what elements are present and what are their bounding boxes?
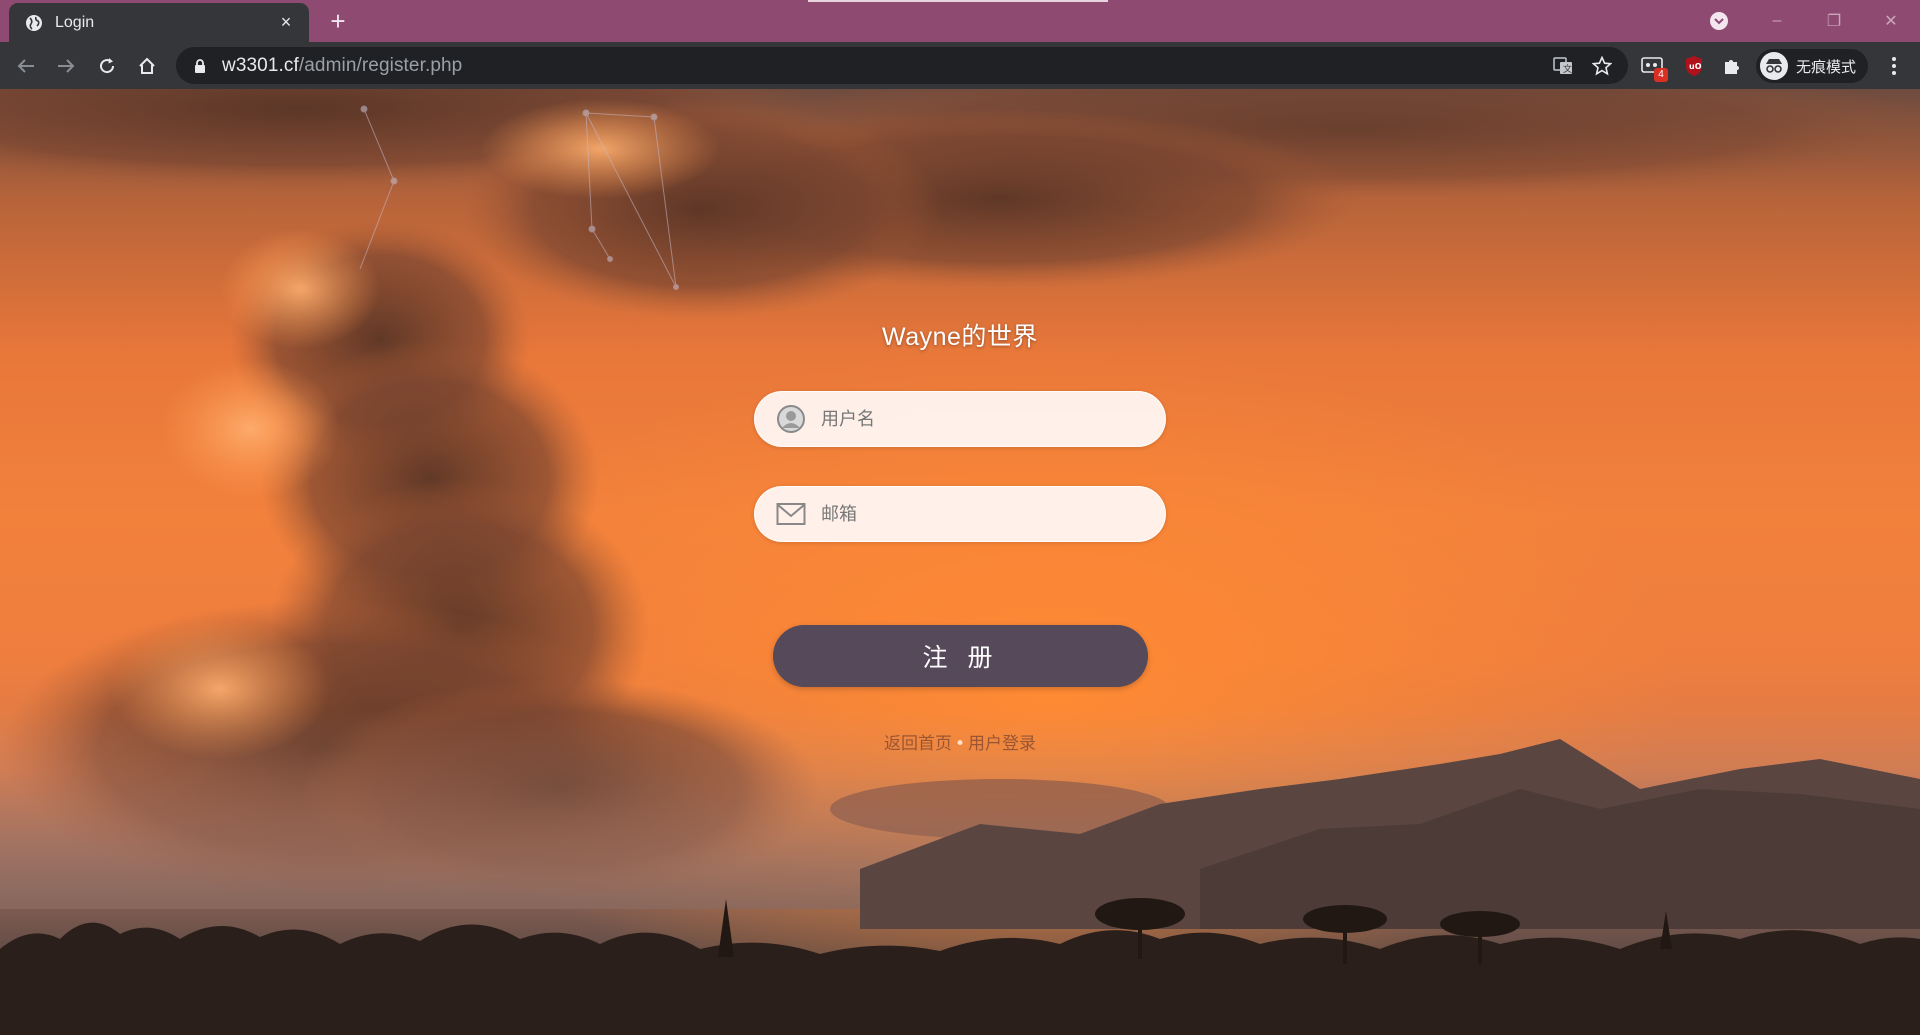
close-window-button[interactable]: ✕ [1871,6,1911,36]
new-tab-button[interactable]: + [324,8,352,36]
email-field[interactable] [754,486,1166,542]
sunset-background-image [0,89,1920,1035]
ublock-icon[interactable]: uO [1682,54,1706,78]
globe-icon [25,14,43,32]
extension-monitor-icon[interactable]: 4 [1640,54,1668,82]
home-icon[interactable] [131,50,163,82]
username-input[interactable] [821,408,1141,430]
forward-icon[interactable] [50,50,82,82]
back-home-link[interactable]: 返回首页 [884,734,952,754]
back-icon[interactable] [10,50,42,82]
extension-badge: 4 [1654,68,1668,82]
reload-icon[interactable] [91,50,123,82]
email-input[interactable] [821,503,1141,525]
restore-button[interactable]: ❐ [1814,6,1854,36]
url-text[interactable]: w3301.cf/admin/register.php [222,55,462,77]
link-separator: • [954,734,966,754]
browser-menu-icon[interactable] [1880,52,1908,80]
extensions-puzzle-icon[interactable] [1720,54,1744,78]
lock-icon[interactable] [192,58,208,74]
register-page: Wayne的世界 注 册 返回首页•用户登录 [0,89,1920,1035]
url-path: /admin/register.php [298,54,463,76]
incognito-icon [1760,52,1788,80]
username-field[interactable] [754,391,1166,447]
translate-icon[interactable]: 文 [1552,55,1574,77]
tab-close-icon[interactable]: × [275,12,297,34]
browser-toolbar: w3301.cf/admin/register.php 文 4 uO 无痕模式 [0,42,1920,89]
svg-text:文: 文 [1563,63,1572,75]
url-host: w3301.cf [222,54,299,76]
mail-icon [775,498,807,530]
tab-search-icon[interactable] [1710,12,1728,30]
browser-tab-strip: Login × + – ❐ ✕ [0,0,1920,42]
incognito-label: 无痕模式 [1796,58,1857,76]
tab-strip-highlight [808,0,1108,2]
register-button[interactable]: 注 册 [773,625,1148,687]
minimize-button[interactable]: – [1757,6,1797,36]
incognito-profile-button[interactable]: 无痕模式 [1756,49,1869,83]
svg-text:uO: uO [1689,62,1702,71]
footer-links: 返回首页 • 用户登录 [760,729,1160,754]
browser-tab[interactable]: Login × [9,3,309,42]
user-login-link[interactable]: 用户登录 [968,734,1036,754]
page-title: Wayne的世界 [882,323,1038,351]
address-bar[interactable]: w3301.cf/admin/register.php 文 [176,47,1628,84]
bookmark-star-icon[interactable] [1591,55,1613,77]
user-avatar-icon [775,403,807,435]
tab-title: Login [55,13,95,31]
